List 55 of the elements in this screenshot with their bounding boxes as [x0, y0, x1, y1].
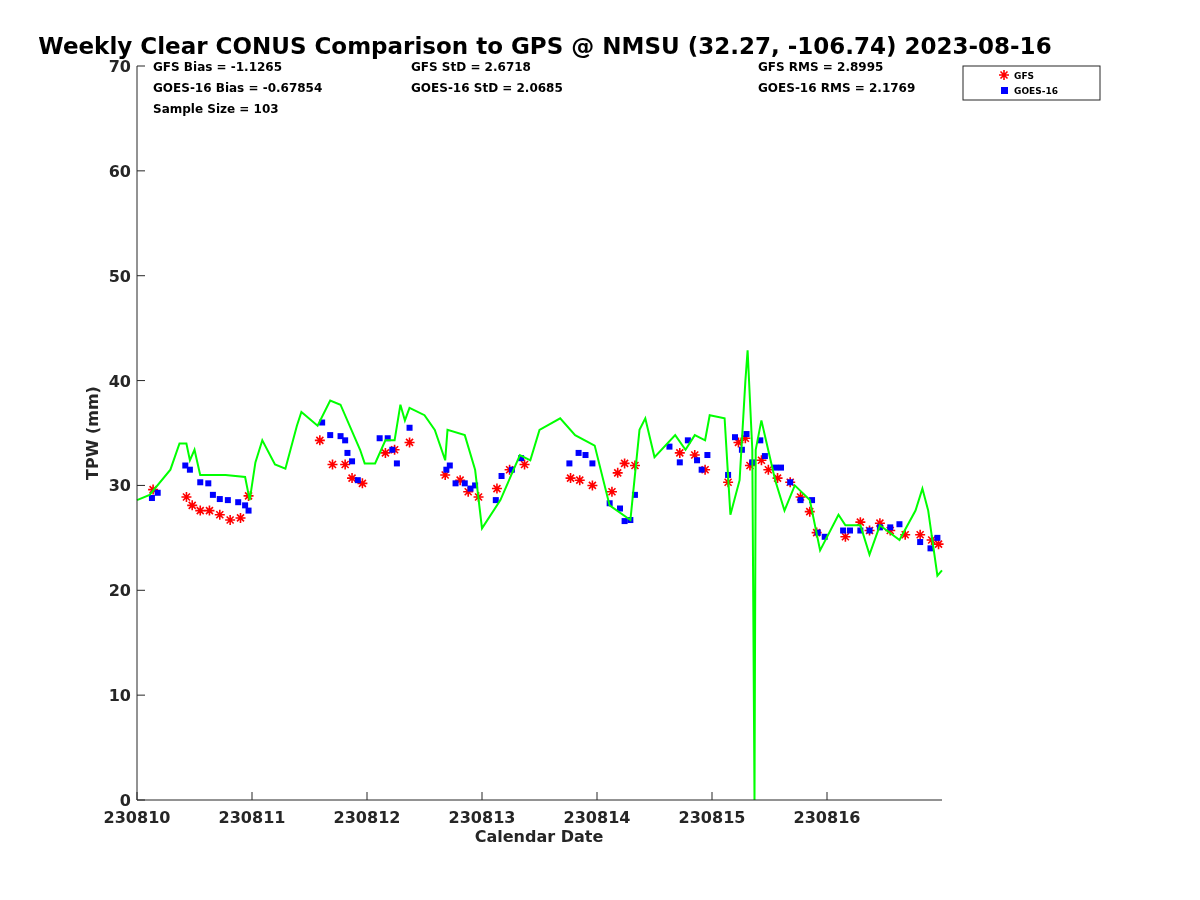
data-point — [618, 457, 631, 470]
data-point — [564, 472, 577, 484]
stat-annotation: GFS StD = 2.6718 — [411, 60, 531, 74]
data-point — [757, 437, 764, 444]
legend-marker — [998, 69, 1010, 81]
data-point — [326, 458, 339, 471]
legend-label: GFS — [1014, 71, 1035, 81]
data-point — [573, 474, 586, 486]
data-point — [214, 509, 226, 521]
y-tick-label: 20 — [108, 581, 131, 601]
data-point — [403, 436, 416, 449]
data-point — [224, 514, 236, 526]
stat-annotation: GOES-16 Bias = -0.67854 — [153, 81, 323, 95]
data-point — [586, 479, 599, 492]
data-point — [406, 424, 413, 431]
x-tick-label: 230813 — [448, 808, 516, 827]
x-axis-label: Calendar Date — [474, 827, 604, 846]
data-point — [344, 449, 351, 456]
y-tick-label: 30 — [108, 476, 131, 496]
y-tick-label: 10 — [108, 686, 131, 706]
y-tick-label: 40 — [108, 371, 131, 391]
data-point — [606, 485, 618, 498]
data-point — [611, 467, 624, 479]
data-point — [631, 491, 638, 498]
data-point — [491, 482, 503, 495]
stat-annotation: GFS RMS = 2.8995 — [758, 60, 884, 74]
x-tick-label: 230812 — [333, 808, 401, 827]
stat-annotation: GOES-16 StD = 2.0685 — [411, 81, 563, 95]
y-tick-label: 50 — [108, 266, 131, 286]
y-tick-label: 0 — [119, 791, 131, 810]
x-tick-label: 230811 — [218, 808, 286, 827]
stat-annotation: Sample Size = 103 — [153, 102, 279, 116]
legend-label: GOES-16 — [1014, 86, 1058, 96]
data-point — [186, 499, 198, 512]
stat-annotation: GOES-16 RMS = 2.1769 — [758, 81, 916, 95]
data-point — [684, 437, 691, 444]
y-tick-label: 60 — [108, 161, 131, 181]
data-point — [629, 459, 641, 472]
data-point — [617, 505, 623, 512]
x-tick-label: 230810 — [103, 808, 171, 827]
data-point — [566, 460, 573, 467]
legend-marker — [1001, 87, 1008, 94]
x-tick-label: 230815 — [678, 808, 746, 827]
y-axis-label: TPW (mm) — [83, 386, 102, 480]
x-tick-label: 230814 — [563, 808, 631, 827]
data-point — [606, 500, 613, 507]
data-point — [704, 452, 711, 458]
data-point — [180, 491, 193, 503]
x-tick-label: 230816 — [793, 808, 861, 827]
data-point — [589, 460, 596, 467]
data-point — [194, 504, 207, 517]
chart-title: Weekly Clear CONUS Comparison to GPS @ NMSU (32.27, -106.74) 2023-08-16 — [38, 33, 1052, 59]
data-point — [492, 497, 499, 504]
data-point — [319, 419, 326, 426]
stat-annotation: GFS Bias = -1.1265 — [153, 60, 283, 74]
